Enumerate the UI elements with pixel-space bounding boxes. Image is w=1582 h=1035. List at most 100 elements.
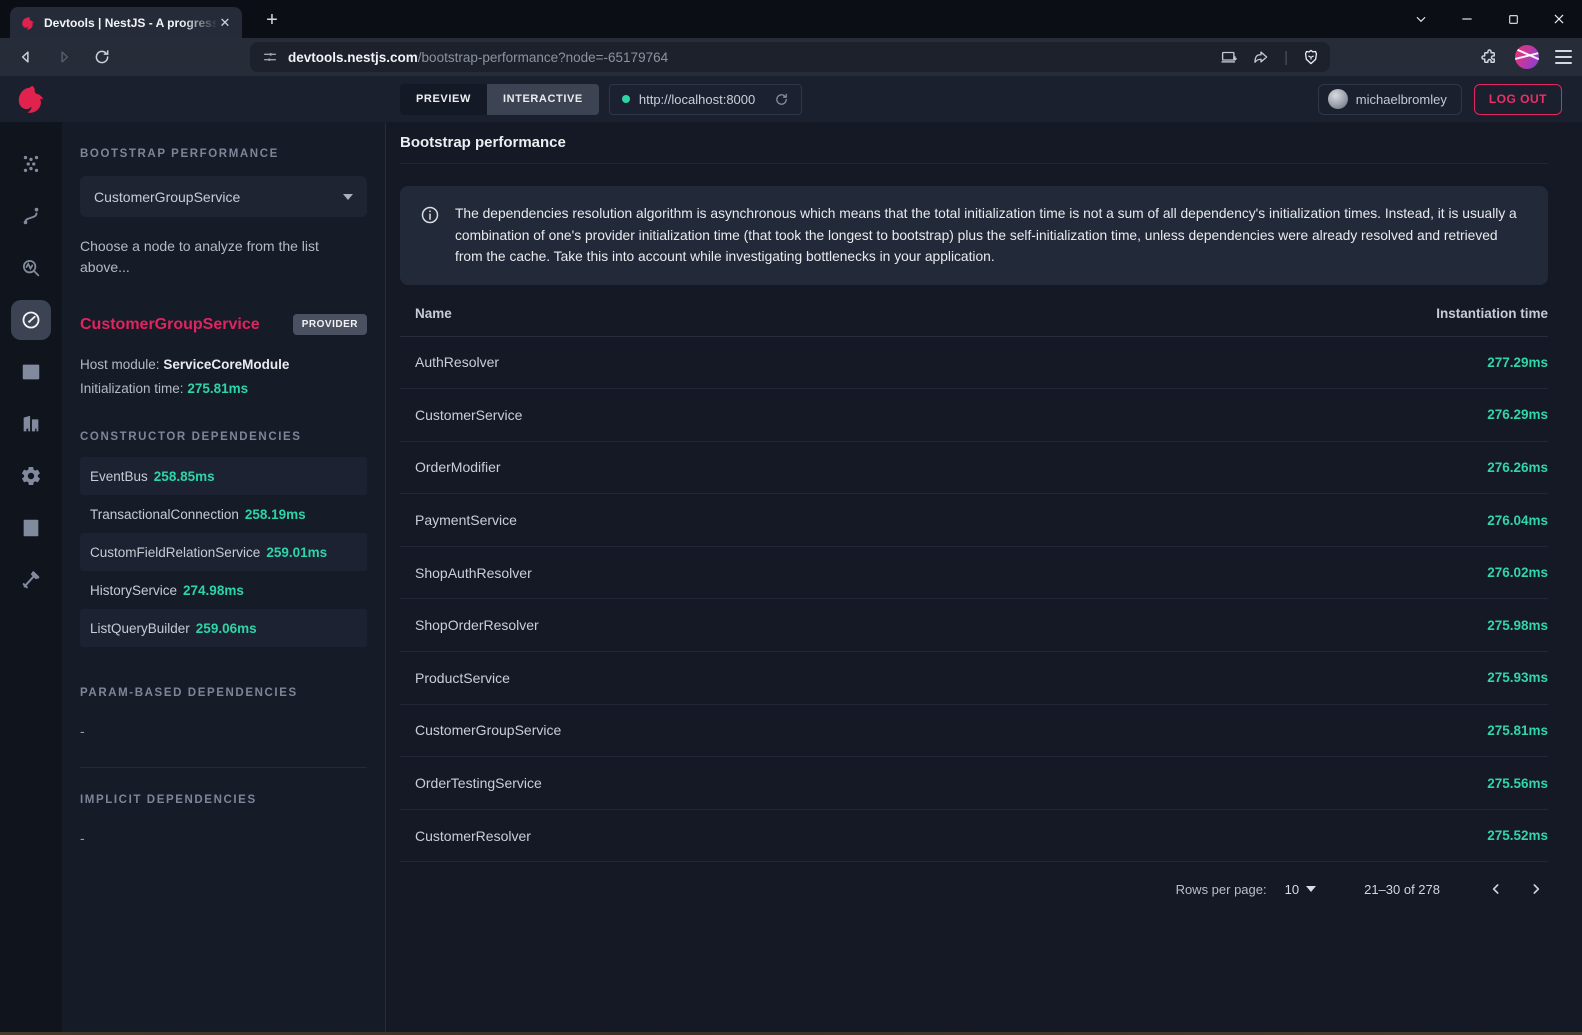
dependency-time: 259.01ms xyxy=(266,545,327,560)
share-icon[interactable] xyxy=(1252,48,1270,66)
url-path: /bootstrap-performance?node=-65179764 xyxy=(418,50,668,65)
tab-search-icon[interactable] xyxy=(1398,0,1444,38)
dependency-time: 274.98ms xyxy=(183,583,244,598)
user-chip[interactable]: michaelbromley xyxy=(1318,84,1462,115)
row-time: 276.26ms xyxy=(1487,460,1548,475)
dependency-item: ListQueryBuilder259.06ms xyxy=(80,609,367,647)
nav-settings-icon[interactable] xyxy=(11,456,51,496)
url-text: devtools.nestjs.com/bootstrap-performanc… xyxy=(288,50,668,65)
panel-section-title: BOOTSTRAP PERFORMANCE xyxy=(80,148,367,160)
table-row[interactable]: PaymentService 276.04ms xyxy=(400,494,1548,547)
nav-modules-icon[interactable] xyxy=(11,404,51,444)
nav-tools-icon[interactable] xyxy=(11,560,51,600)
back-button[interactable] xyxy=(12,43,40,71)
host-module-value: ServiceCoreModule xyxy=(163,357,289,372)
column-name: Name xyxy=(415,306,452,321)
forward-button[interactable] xyxy=(50,43,78,71)
interactive-tab[interactable]: INTERACTIVE xyxy=(487,84,599,115)
site-settings-icon[interactable] xyxy=(262,49,278,65)
dependency-name: EventBus xyxy=(90,469,148,484)
next-page-button[interactable] xyxy=(1524,877,1548,901)
table-header: Name Instantiation time xyxy=(400,291,1548,337)
browser-window: Devtools | NestJS - A progressive ✕ + de… xyxy=(0,0,1582,1035)
dependency-name: HistoryService xyxy=(90,583,177,598)
pagination-bar: Rows per page: 10 21–30 of 278 xyxy=(400,862,1548,916)
implicit-deps-title: IMPLICIT DEPENDENCIES xyxy=(80,794,367,806)
nestjs-favicon-icon xyxy=(20,15,36,31)
table-row[interactable]: CustomerService 276.29ms xyxy=(400,389,1548,442)
browser-tab[interactable]: Devtools | NestJS - A progressive ✕ xyxy=(10,7,242,38)
dependency-item: TransactionalConnection258.19ms xyxy=(80,495,367,533)
chevron-down-icon xyxy=(1306,886,1316,892)
toolbar-separator: | xyxy=(1284,49,1288,66)
send-to-device-icon[interactable] xyxy=(1220,48,1238,66)
nav-routes-icon[interactable] xyxy=(11,196,51,236)
new-tab-button[interactable]: + xyxy=(260,8,284,32)
table-row[interactable]: ShopAuthResolver 276.02ms xyxy=(400,547,1548,600)
nav-rail xyxy=(0,122,62,1032)
nav-bootstrap-performance-icon[interactable] xyxy=(11,300,51,340)
row-name: CustomerGroupService xyxy=(415,722,561,738)
username: michaelbromley xyxy=(1356,92,1447,107)
table-row[interactable]: CustomerGroupService 275.81ms xyxy=(400,705,1548,758)
init-time-line: Initialization time: 275.81ms xyxy=(80,377,367,401)
brave-shields-icon[interactable] xyxy=(1302,48,1320,66)
nav-trace-search-icon[interactable] xyxy=(11,248,51,288)
constructor-deps-title: CONSTRUCTOR DEPENDENCIES xyxy=(80,431,367,443)
nav-graph-nodes-icon[interactable] xyxy=(11,144,51,184)
table-row[interactable]: OrderTestingService 275.56ms xyxy=(400,757,1548,810)
dependency-item: EventBus 258.85ms xyxy=(80,457,367,495)
row-name: OrderTestingService xyxy=(415,775,542,791)
target-url-chip[interactable]: http://localhost:8000 xyxy=(609,84,802,115)
url-bar[interactable]: devtools.nestjs.com/bootstrap-performanc… xyxy=(250,42,1330,72)
row-name: CustomerResolver xyxy=(415,828,531,844)
implicit-deps-value: - xyxy=(80,830,367,846)
extensions-icon[interactable] xyxy=(1480,48,1499,67)
table-row[interactable]: ProductService 275.93ms xyxy=(400,652,1548,705)
nav-fact-check-icon[interactable] xyxy=(11,352,51,392)
tab-close-icon[interactable]: ✕ xyxy=(216,14,234,32)
rows-per-page-select[interactable]: 10 xyxy=(1285,882,1316,897)
window-minimize-button[interactable] xyxy=(1444,0,1490,38)
row-time: 276.02ms xyxy=(1487,565,1548,580)
target-url: http://localhost:8000 xyxy=(639,92,755,107)
info-callout: The dependencies resolution algorithm is… xyxy=(400,186,1548,285)
browser-profile-avatar[interactable] xyxy=(1515,45,1539,69)
init-time-value: 275.81ms xyxy=(187,381,248,396)
table-row[interactable]: ShopOrderResolver 275.98ms xyxy=(400,599,1548,652)
dependency-time: 258.19ms xyxy=(245,507,306,522)
mode-switcher: PREVIEW INTERACTIVE xyxy=(400,84,599,115)
chevron-down-icon xyxy=(343,194,353,200)
performance-table: AuthResolver 277.29ms CustomerService 27… xyxy=(400,337,1548,863)
table-row[interactable]: OrderModifier 276.26ms xyxy=(400,442,1548,495)
node-select-value: CustomerGroupService xyxy=(94,189,240,205)
logout-button[interactable]: LOG OUT xyxy=(1474,84,1562,115)
node-select[interactable]: CustomerGroupService xyxy=(80,176,367,217)
row-name: ShopOrderResolver xyxy=(415,617,539,633)
dependency-time: 258.85ms xyxy=(154,469,215,484)
connection-status-dot xyxy=(622,95,630,103)
nav-docs-icon[interactable] xyxy=(11,508,51,548)
refresh-target-icon[interactable] xyxy=(774,92,789,107)
pagination-range: 21–30 of 278 xyxy=(1364,882,1440,897)
window-close-button[interactable] xyxy=(1536,0,1582,38)
window-maximize-button[interactable] xyxy=(1490,0,1536,38)
provider-badge: PROVIDER xyxy=(293,314,367,335)
reload-button[interactable] xyxy=(88,43,116,71)
preview-tab[interactable]: PREVIEW xyxy=(400,84,487,115)
browser-tab-bar: Devtools | NestJS - A progressive ✕ + xyxy=(0,0,1582,38)
nestjs-logo xyxy=(0,82,62,116)
row-name: PaymentService xyxy=(415,512,517,528)
dependency-name: ListQueryBuilder xyxy=(90,621,190,636)
row-time: 275.56ms xyxy=(1487,776,1548,791)
dependency-name: CustomFieldRelationService xyxy=(90,545,260,560)
row-time: 276.04ms xyxy=(1487,513,1548,528)
host-module-line: Host module: ServiceCoreModule xyxy=(80,353,367,377)
user-avatar xyxy=(1328,89,1348,109)
selected-node-name: CustomerGroupService xyxy=(80,316,260,334)
param-deps-title: PARAM-BASED DEPENDENCIES xyxy=(80,687,367,699)
previous-page-button[interactable] xyxy=(1484,877,1508,901)
browser-menu-icon[interactable] xyxy=(1555,50,1572,64)
table-row[interactable]: AuthResolver 277.29ms xyxy=(400,337,1548,390)
table-row[interactable]: CustomerResolver 275.52ms xyxy=(400,810,1548,863)
